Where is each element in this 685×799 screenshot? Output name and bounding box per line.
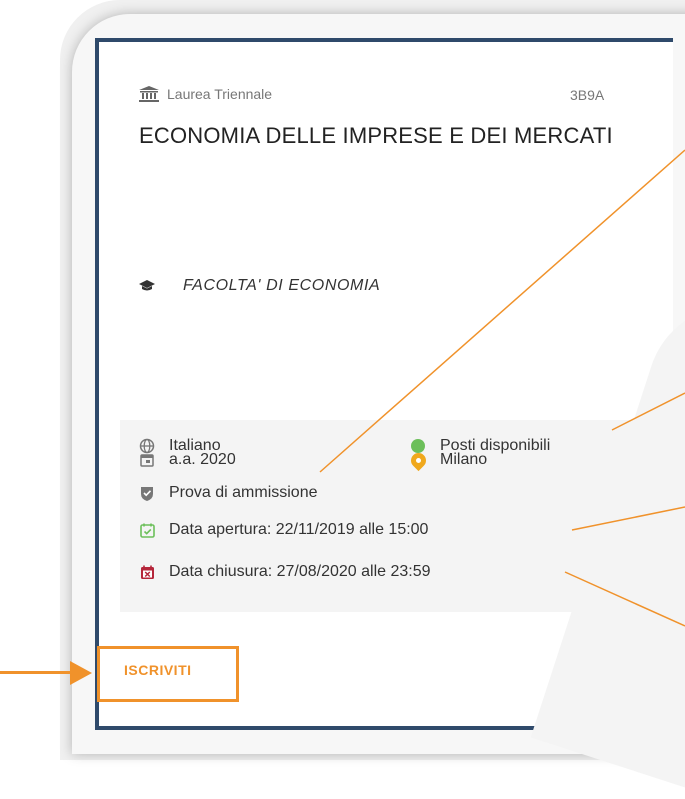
callout-line-admission <box>319 149 685 473</box>
callout-line-closing <box>564 571 685 627</box>
callout-lines <box>319 149 685 627</box>
callout-line-opening <box>571 506 685 531</box>
callout-line-availability <box>611 392 685 431</box>
